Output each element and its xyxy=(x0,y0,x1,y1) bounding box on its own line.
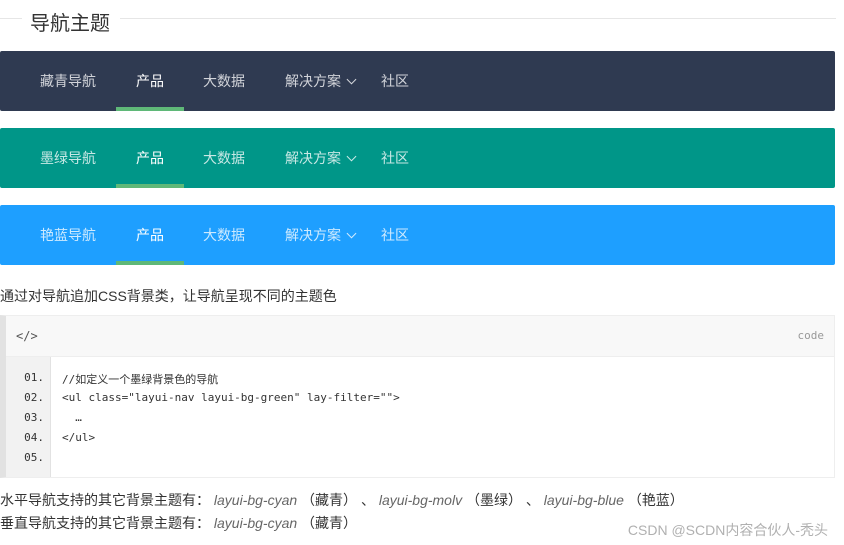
vertical-themes-text: 垂直导航支持的其它背景主题有： layui-bg-cyan （藏青） xyxy=(0,513,357,533)
horizontal-themes-text: 水平导航支持的其它背景主题有： layui-bg-cyan （藏青） 、 lay… xyxy=(0,490,684,510)
nav-item-community[interactable]: 社区 xyxy=(381,205,409,265)
active-indicator xyxy=(116,107,184,111)
theme-note: （藏青） xyxy=(301,515,358,531)
theme-class: layui-bg-cyan xyxy=(213,492,298,508)
code-line: … xyxy=(62,411,82,424)
nav-item-product[interactable]: 产品 xyxy=(116,205,184,265)
nav-brand[interactable]: 艳蓝导航 xyxy=(40,205,96,265)
nav-blue: 艳蓝导航 产品 大数据 解决方案 社区 xyxy=(0,205,835,265)
chevron-down-icon xyxy=(346,228,357,239)
code-line: //如定义一个墨绿背景色的导航 xyxy=(62,373,219,386)
theme-class: layui-bg-cyan xyxy=(213,515,298,531)
code-header: </> code xyxy=(6,316,834,357)
horizontal-prefix: 水平导航支持的其它背景主题有： xyxy=(0,492,210,508)
nav-item-solutions[interactable]: 解决方案 xyxy=(285,128,357,188)
theme-note: （藏青） xyxy=(301,492,358,508)
nav-item-label: 解决方案 xyxy=(285,73,341,89)
separator: 、 xyxy=(360,492,375,508)
theme-note: （墨绿） xyxy=(465,492,522,508)
nav-item-label: 解决方案 xyxy=(285,227,341,243)
nav-item-community[interactable]: 社区 xyxy=(381,128,409,188)
chevron-down-icon xyxy=(346,151,357,162)
line-number: 01. xyxy=(24,371,44,384)
nav-item-label: 解决方案 xyxy=(285,150,341,166)
nav-item-solutions[interactable]: 解决方案 xyxy=(285,205,357,265)
code-label: code xyxy=(797,329,825,342)
nav-brand[interactable]: 藏青导航 xyxy=(40,51,96,111)
nav-cyan: 藏青导航 产品 大数据 解决方案 社区 xyxy=(0,51,835,111)
code-line: </ul> xyxy=(62,431,96,444)
nav-item-solutions[interactable]: 解决方案 xyxy=(285,51,357,111)
nav-item-bigdata[interactable]: 大数据 xyxy=(203,205,245,265)
code-block: </> code 01. 02. 03. 04. 05. //如定义一个墨绿背景… xyxy=(0,315,835,478)
line-number-gutter: 01. 02. 03. 04. 05. xyxy=(6,357,51,477)
nav-item-bigdata[interactable]: 大数据 xyxy=(203,128,245,188)
watermark: CSDN @SCDN内容合伙人-秃头 xyxy=(627,522,828,538)
description-text: 通过对导航追加CSS背景类，让导航呈现不同的主题色 xyxy=(0,288,337,304)
line-number: 05. xyxy=(24,451,44,464)
vertical-prefix: 垂直导航支持的其它背景主题有： xyxy=(0,515,210,531)
title-rule-right xyxy=(120,18,836,19)
page-title: 导航主题 xyxy=(30,13,110,35)
theme-class: layui-bg-molv xyxy=(378,492,463,508)
nav-molv: 墨绿导航 产品 大数据 解决方案 社区 xyxy=(0,128,835,188)
active-indicator xyxy=(116,261,184,265)
nav-item-bigdata[interactable]: 大数据 xyxy=(203,51,245,111)
code-tag-icon: </> xyxy=(16,329,38,343)
active-indicator xyxy=(116,184,184,188)
nav-item-label: 产品 xyxy=(136,227,164,243)
nav-item-label: 产品 xyxy=(136,73,164,89)
nav-item-community[interactable]: 社区 xyxy=(381,51,409,111)
code-line: <ul class="layui-nav layui-bg-green" lay… xyxy=(62,391,400,404)
nav-item-product[interactable]: 产品 xyxy=(116,128,184,188)
line-number: 04. xyxy=(24,431,44,444)
nav-item-product[interactable]: 产品 xyxy=(116,51,184,111)
title-rule-left xyxy=(0,18,22,19)
separator: 、 xyxy=(525,492,540,508)
section-title: 导航主题 xyxy=(0,0,836,40)
line-number: 02. xyxy=(24,391,44,404)
nav-brand[interactable]: 墨绿导航 xyxy=(40,128,96,188)
line-number: 03. xyxy=(24,411,44,424)
chevron-down-icon xyxy=(346,74,357,85)
theme-note: （艳蓝） xyxy=(627,492,684,508)
nav-item-label: 产品 xyxy=(136,150,164,166)
theme-class: layui-bg-blue xyxy=(543,492,624,508)
